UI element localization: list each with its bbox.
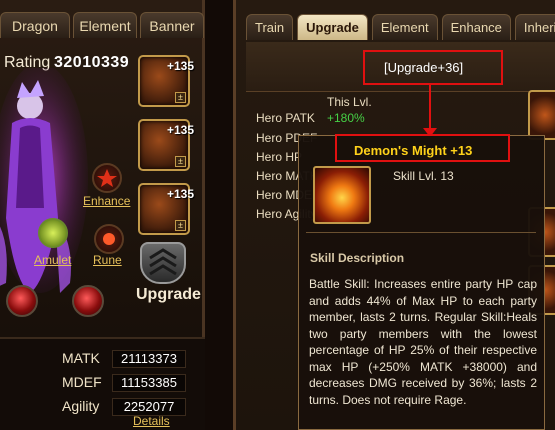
flame-skill-icon bbox=[313, 166, 371, 224]
stat-label: MATK bbox=[62, 350, 100, 366]
tab-inherit[interactable]: Inherit bbox=[514, 14, 555, 40]
amulet-icon[interactable] bbox=[38, 218, 68, 248]
stats-panel: MATK 21113373 MDEF 11153385 Agility 2252… bbox=[0, 337, 205, 430]
equip-plus: +135 bbox=[166, 59, 194, 73]
tab-element[interactable]: Element bbox=[73, 12, 137, 38]
highlight-box bbox=[363, 50, 503, 85]
hero-panel: Dragon Element Banner Rating 32010339 +1… bbox=[0, 0, 205, 430]
equip-plus: +135 bbox=[166, 123, 194, 137]
enhance-icon[interactable] bbox=[92, 163, 122, 193]
tab-dragon[interactable]: Dragon bbox=[0, 12, 70, 38]
stat-value: 11153385 bbox=[112, 374, 186, 392]
stat-label: Agility bbox=[62, 398, 100, 414]
skill-description-header: Skill Description bbox=[310, 251, 405, 265]
stat-value: 21113373 bbox=[112, 350, 186, 368]
tab-upgrade[interactable]: Upgrade bbox=[297, 14, 368, 40]
tab-banner[interactable]: Banner bbox=[140, 12, 204, 38]
skill-level: Skill Lvl. 13 bbox=[393, 169, 454, 183]
left-tab-bar: Dragon Element Banner bbox=[0, 12, 205, 38]
upgrade-button[interactable]: Upgrade bbox=[136, 286, 201, 304]
highlight-box bbox=[335, 134, 510, 162]
this-level-header: This Lvl. bbox=[327, 95, 372, 109]
stat-row: Agility 2252077 bbox=[0, 398, 205, 418]
equip-toggle-icon[interactable]: ± bbox=[175, 92, 186, 103]
skill-slot[interactable] bbox=[528, 90, 555, 140]
divider bbox=[306, 232, 536, 233]
equip-slot-staff[interactable]: +135 ± bbox=[138, 55, 194, 107]
equip-slot-boots[interactable]: +135 ± bbox=[138, 183, 194, 235]
skill-description: Battle Skill: Increases entire party HP … bbox=[309, 277, 537, 407]
ruby-gem-icon[interactable] bbox=[6, 285, 38, 317]
equip-toggle-icon[interactable]: ± bbox=[175, 220, 186, 231]
enhance-link[interactable]: Enhance bbox=[83, 194, 130, 208]
amulet-link[interactable]: Amulet bbox=[34, 253, 71, 267]
tab-train[interactable]: Train bbox=[246, 14, 294, 40]
tab-element[interactable]: Element bbox=[371, 14, 438, 40]
rune-link[interactable]: Rune bbox=[93, 253, 122, 267]
stat-row: MATK 21113373 bbox=[0, 350, 205, 370]
attr-label: Hero PATK bbox=[256, 111, 315, 125]
attr-value: +180% bbox=[327, 111, 365, 125]
stat-row: MDEF 11153385 bbox=[0, 374, 205, 394]
attr-label: Hero HP bbox=[256, 150, 303, 164]
equipment-column: +135 ± +135 ± +135 ± bbox=[138, 55, 198, 247]
upgrade-badge-icon[interactable] bbox=[140, 242, 186, 284]
equip-toggle-icon[interactable]: ± bbox=[175, 156, 186, 167]
details-link[interactable]: Details bbox=[133, 414, 170, 428]
equip-plus: +135 bbox=[166, 187, 194, 201]
rune-icon[interactable] bbox=[94, 224, 124, 254]
stat-label: MDEF bbox=[62, 374, 102, 390]
ruby-gem-icon[interactable] bbox=[72, 285, 104, 317]
equip-slot-ring[interactable]: +135 ± bbox=[138, 119, 194, 171]
tab-enhance[interactable]: Enhance bbox=[441, 14, 511, 40]
right-tab-bar: Train Upgrade Element Enhance Inherit bbox=[246, 14, 555, 40]
